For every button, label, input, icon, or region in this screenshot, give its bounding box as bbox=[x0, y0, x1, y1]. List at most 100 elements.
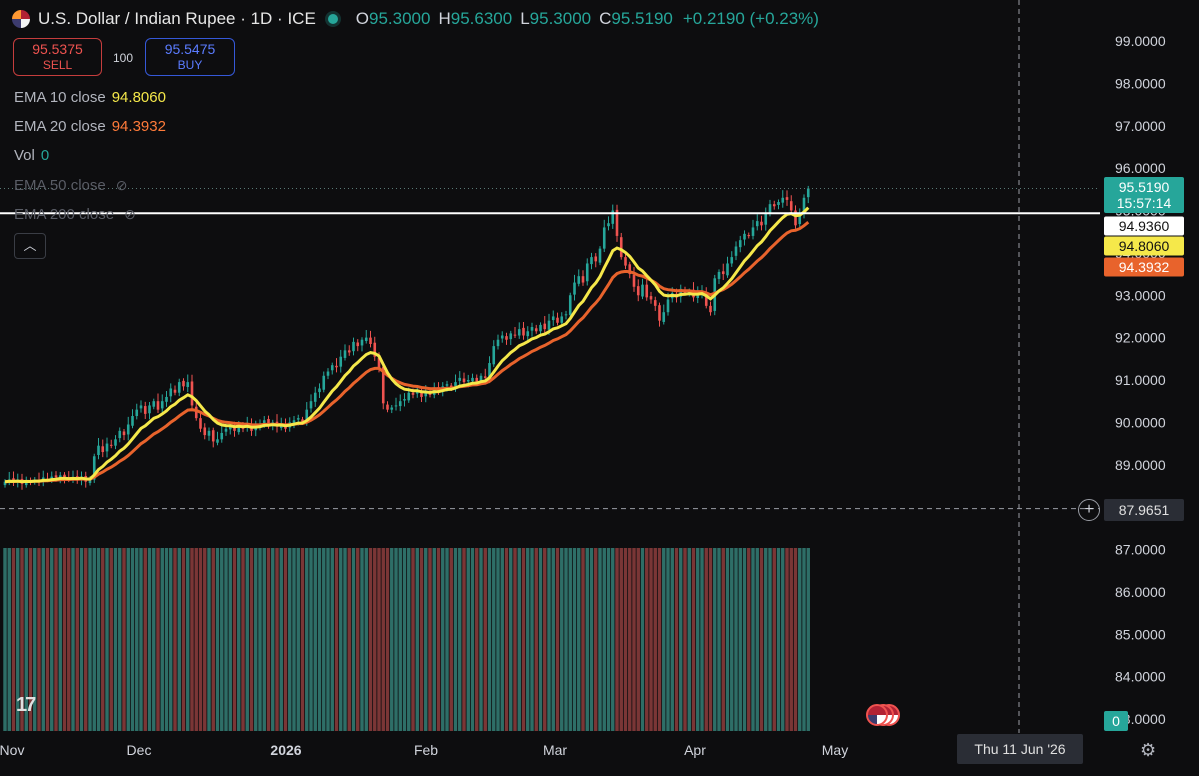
candle-body bbox=[411, 392, 415, 395]
volume-bar bbox=[662, 548, 666, 731]
candle-body bbox=[101, 446, 105, 453]
volume-bar bbox=[581, 548, 585, 731]
volume-bar bbox=[730, 548, 734, 731]
volume-bar bbox=[305, 548, 309, 731]
candle-body bbox=[590, 257, 593, 265]
candle-body bbox=[543, 323, 547, 330]
collapse-legend-button[interactable]: ︿ bbox=[14, 233, 46, 259]
volume-bar bbox=[385, 548, 390, 731]
volume-bar bbox=[568, 548, 572, 731]
volume-bar bbox=[398, 548, 402, 731]
volume-bar bbox=[691, 548, 696, 731]
volume-bar bbox=[700, 548, 704, 731]
candle-body bbox=[131, 416, 134, 426]
volume-bar bbox=[11, 548, 16, 731]
candle-body bbox=[97, 445, 100, 456]
volume-bar bbox=[207, 548, 211, 731]
volume-bar bbox=[534, 548, 538, 731]
volume-bar bbox=[377, 548, 381, 731]
eye-hidden-icon[interactable]: ⊘ bbox=[124, 206, 136, 223]
settings-gear-icon[interactable]: ⚙ bbox=[1140, 740, 1156, 761]
volume-bar bbox=[228, 548, 232, 731]
candle-body bbox=[118, 430, 122, 439]
candle-body bbox=[806, 188, 810, 198]
volume-bar bbox=[101, 548, 105, 731]
candle-body bbox=[505, 336, 508, 340]
volume-bar bbox=[492, 548, 496, 731]
volume-bar bbox=[198, 548, 203, 731]
legend-ema200[interactable]: EMA 200 close ⊘ bbox=[14, 206, 136, 223]
volume-bar bbox=[509, 548, 513, 731]
candle-body bbox=[726, 263, 729, 276]
candle-body bbox=[335, 365, 338, 368]
volume-bar bbox=[449, 548, 453, 731]
buy-button[interactable]: 95.5475 BUY bbox=[145, 38, 235, 76]
volume-bar bbox=[445, 548, 449, 731]
volume-bar bbox=[407, 548, 411, 731]
volume-bar bbox=[513, 548, 517, 731]
volume-bar bbox=[109, 548, 113, 731]
candle-body bbox=[530, 327, 534, 331]
volume-bar bbox=[475, 548, 479, 731]
volume-bar bbox=[640, 548, 645, 731]
eye-hidden-icon[interactable]: ⊘ bbox=[116, 177, 128, 194]
ema50-name: EMA 50 close bbox=[14, 177, 106, 194]
volume-bar bbox=[173, 548, 177, 731]
price-change: +0.2190 (+0.23%) bbox=[682, 9, 819, 28]
candle-body bbox=[743, 233, 746, 240]
legend-volume[interactable]: Vol 0 bbox=[14, 147, 49, 164]
y-tick-label: 98.0000 bbox=[1115, 75, 1166, 91]
crosshair-add-icon[interactable]: + bbox=[1078, 499, 1100, 521]
volume-bar bbox=[330, 548, 334, 731]
candle-body bbox=[730, 257, 734, 264]
candle-body bbox=[649, 296, 653, 300]
volume-bar bbox=[237, 548, 241, 731]
tradingview-logo-icon[interactable]: 17 bbox=[16, 694, 36, 717]
volume-bar bbox=[356, 548, 360, 731]
volume-bar bbox=[602, 548, 606, 731]
volume-bar bbox=[424, 548, 428, 731]
y-tick-label: 86.0000 bbox=[1115, 584, 1166, 600]
volume-bar bbox=[653, 548, 657, 731]
volume-bar bbox=[470, 548, 475, 731]
legend-ema10[interactable]: EMA 10 close 94.8060 bbox=[14, 89, 166, 106]
ema10-value: 94.8060 bbox=[111, 89, 166, 106]
volume-bar bbox=[415, 548, 419, 731]
volume-bar bbox=[232, 548, 237, 731]
candle-body bbox=[522, 327, 525, 336]
sell-button[interactable]: 95.5375 SELL bbox=[13, 38, 102, 76]
symbol-header: U.S. Dollar / Indian Rupee · 1D · ICE O9… bbox=[12, 8, 819, 30]
volume-bar bbox=[266, 548, 271, 731]
candle-body bbox=[556, 317, 559, 323]
ohlc-open-value: 95.3000 bbox=[369, 9, 431, 28]
volume-bar bbox=[177, 548, 181, 731]
ohlc-high-value: 95.6300 bbox=[450, 9, 513, 28]
trade-quantity[interactable]: 100 bbox=[113, 51, 133, 65]
volume-bar bbox=[271, 548, 275, 731]
volume-bar bbox=[521, 548, 526, 731]
price-chart[interactable]: 99.000098.000097.000096.000095.000094.00… bbox=[0, 0, 1199, 776]
volume-bar bbox=[683, 548, 687, 731]
volume-bar bbox=[747, 548, 751, 731]
candle-body bbox=[534, 328, 538, 332]
volume-bar bbox=[58, 548, 62, 731]
x-tick-label: Dec bbox=[127, 742, 152, 758]
volume-bar bbox=[713, 548, 717, 731]
ema10-price-label: 94.8060 bbox=[1119, 238, 1170, 254]
volume-bar bbox=[555, 548, 560, 731]
legend-ema20[interactable]: EMA 20 close 94.3932 bbox=[14, 118, 166, 135]
symbol-title[interactable]: U.S. Dollar / Indian Rupee · 1D · ICE bbox=[38, 9, 316, 29]
candle-body bbox=[526, 331, 530, 337]
legend-ema50[interactable]: EMA 50 close ⊘ bbox=[14, 177, 127, 194]
x-tick-label: 2026 bbox=[270, 742, 301, 758]
volume-bar bbox=[373, 548, 377, 731]
volume-bar bbox=[619, 548, 623, 731]
x-tick-label: Mar bbox=[543, 742, 567, 758]
volume-bar bbox=[88, 548, 92, 731]
candle-body bbox=[781, 197, 785, 203]
candle-body bbox=[466, 380, 470, 382]
candle-body bbox=[186, 382, 190, 387]
volume-bar bbox=[279, 548, 283, 731]
volume-bar bbox=[734, 548, 738, 731]
candle-body bbox=[760, 221, 763, 226]
